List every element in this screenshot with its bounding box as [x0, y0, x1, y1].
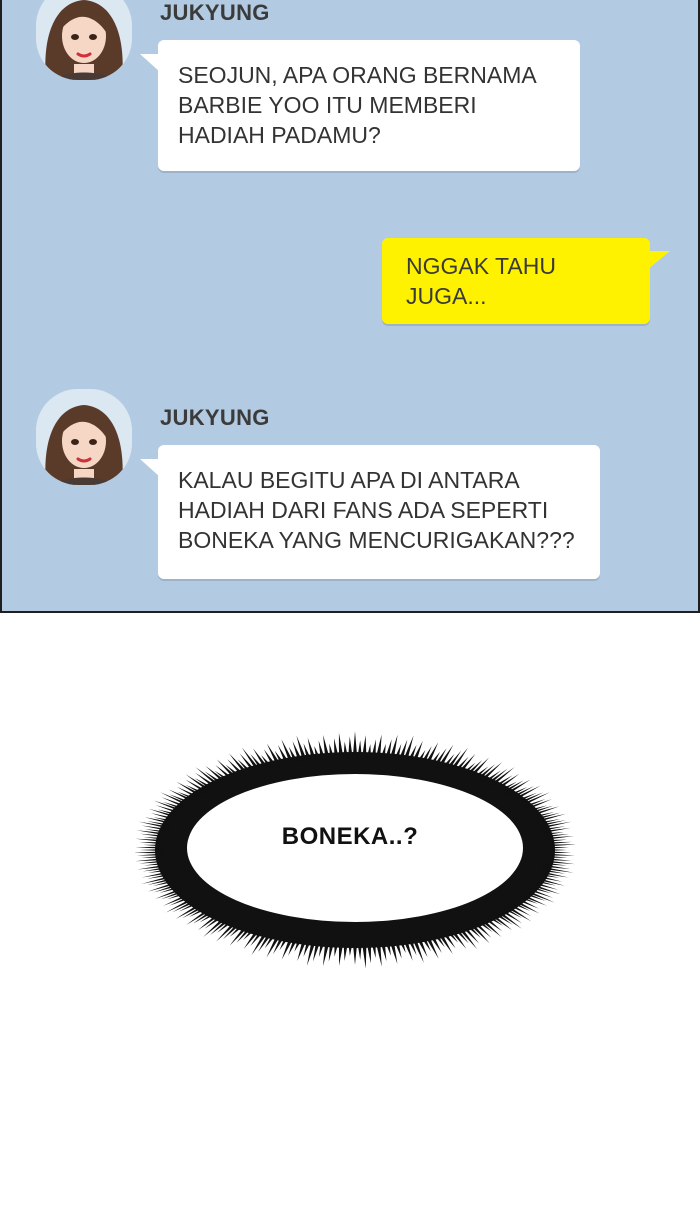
message-line: JUGA...: [406, 283, 487, 309]
message-line: BARBIE YOO ITU MEMBERI: [178, 92, 477, 118]
sender-name: JUKYUNG: [160, 0, 270, 25]
girl-portrait-icon: [36, 0, 132, 80]
sender-name: JUKYUNG: [160, 405, 270, 430]
avatar[interactable]: [36, 389, 132, 485]
message-bubble[interactable]: NGGAK TAHU JUGA...: [382, 238, 650, 324]
chat-panel: JUKYUNG SEOJUN, APA ORANG BERNAMA BARBIE…: [0, 0, 700, 613]
message-line: HADIAH DARI FANS ADA SEPERTI: [178, 497, 549, 523]
message-line: BONEKA YANG MENCURIGAKAN???: [178, 527, 575, 553]
message-line: NGGAK TAHU: [406, 253, 556, 279]
message-line: KALAU BEGITU APA DI ANTARA: [178, 467, 520, 493]
bubble-tail: [648, 251, 670, 269]
bubble-tail: [140, 459, 160, 477]
message-bubble[interactable]: KALAU BEGITU APA DI ANTARA HADIAH DARI F…: [158, 445, 600, 579]
message-line: SEOJUN, APA ORANG BERNAMA: [178, 62, 537, 88]
girl-portrait-icon: [36, 389, 132, 485]
message-line: HADIAH PADAMU?: [178, 122, 381, 148]
thought-text: BONEKA..?: [281, 823, 419, 850]
avatar[interactable]: [36, 0, 132, 80]
bubble-tail: [140, 54, 160, 72]
message-bubble[interactable]: SEOJUN, APA ORANG BERNAMA BARBIE YOO ITU…: [158, 40, 580, 171]
